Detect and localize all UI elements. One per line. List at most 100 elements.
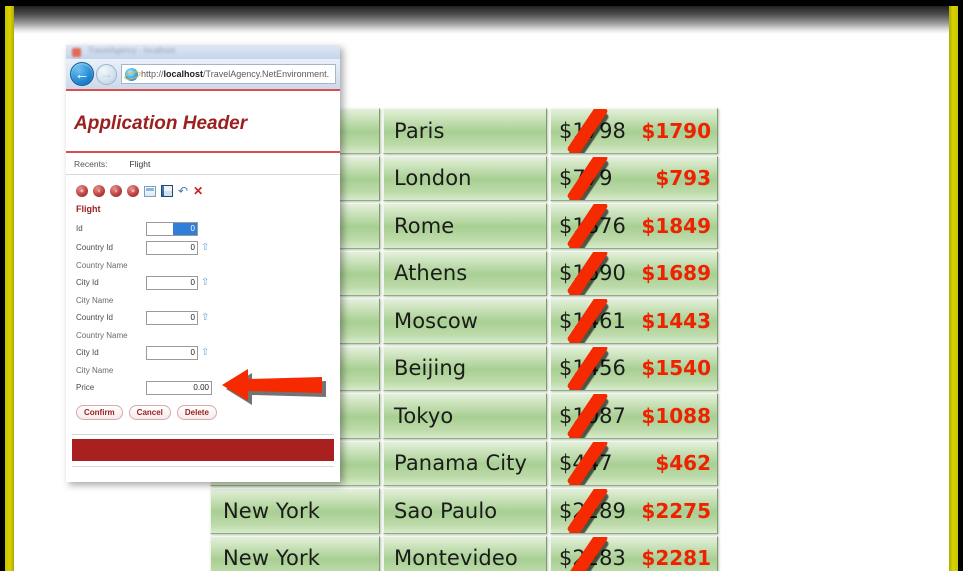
- field-label: City Name: [76, 365, 114, 375]
- browser-navbar: ← → http://localhost/TravelAgency.NetEnv…: [66, 59, 340, 91]
- delete-icon[interactable]: ✕: [193, 185, 203, 197]
- save-icon[interactable]: [161, 185, 173, 197]
- destination-city-label: Sao Paulo: [394, 498, 498, 523]
- delete-button[interactable]: Delete: [176, 405, 217, 420]
- table-row: New York Montevideo $2283 $2281: [210, 535, 718, 571]
- field-row-country-id: Country Id 0 ⇧: [66, 238, 340, 257]
- next-record-icon[interactable]: ›: [110, 185, 122, 197]
- page-body: Application Header Recents: Flight « ‹ ›…: [66, 91, 340, 482]
- field-label: Price: [76, 383, 95, 392]
- cell-price: $1798 $1790: [550, 108, 718, 154]
- browser-title: TravelAgency - localhost: [88, 46, 176, 55]
- undo-icon[interactable]: ↶: [178, 185, 188, 197]
- old-price-label: $779: [559, 156, 612, 201]
- new-price-label: $1540: [641, 356, 711, 381]
- field-row-country-id: Country Id 0 ⇧: [66, 308, 340, 327]
- screenshot-root: Paris $1798 $1790 London $779 $793 Rome $1876 $1…: [0, 0, 963, 571]
- destination-city-label: Montevideo: [394, 546, 518, 571]
- new-price-label: $1849: [641, 213, 711, 238]
- destination-city-label: Paris: [394, 118, 445, 143]
- field-label: Country Name: [76, 330, 128, 340]
- recents-item-flight[interactable]: Flight: [130, 159, 151, 169]
- city-id-input[interactable]: 0: [146, 345, 198, 360]
- new-price-label: $2275: [641, 498, 711, 523]
- recents-bar: Recents: Flight: [66, 153, 340, 175]
- frame-left-olive-bar: [5, 0, 14, 571]
- address-bar[interactable]: http://localhost/TravelAgency.NetEnviron…: [121, 64, 336, 84]
- last-record-icon[interactable]: »: [127, 185, 139, 197]
- cell-origin: New York: [210, 535, 380, 571]
- back-arrow-icon[interactable]: ←: [70, 62, 94, 86]
- forward-arrow-icon[interactable]: →: [96, 63, 117, 85]
- internet-explorer-icon: [125, 67, 138, 81]
- url-path: /TravelAgency.NetEnvironment.: [203, 69, 330, 79]
- spinner-up-icon[interactable]: ⇧: [201, 347, 209, 358]
- new-price-label: $1088: [641, 403, 711, 428]
- old-price-label: $1087: [559, 393, 626, 438]
- destination-city-label: London: [394, 166, 472, 191]
- table-row: New York Sao Paulo $2289 $2275: [210, 488, 718, 534]
- strikethrough-mark: [566, 441, 609, 486]
- readonly-field-country-name: Country Name: [66, 257, 340, 273]
- old-price-label: $1461: [559, 298, 626, 343]
- frame-right-black-edge: [958, 0, 963, 571]
- frame-right-olive-bar: [949, 0, 958, 571]
- spinner-up-icon[interactable]: ⇧: [201, 312, 209, 323]
- strikethrough-mark: [566, 156, 609, 201]
- origin-city-label: New York: [223, 546, 320, 571]
- old-price-label: $2289: [559, 488, 626, 533]
- cell-price: $2289 $2275: [550, 488, 718, 534]
- cell-price: $2283 $2281: [550, 535, 718, 571]
- spinner-up-icon[interactable]: ⇧: [201, 277, 209, 288]
- destination-city-label: Beijing: [394, 356, 467, 381]
- readonly-field-city-name: City Name: [66, 292, 340, 308]
- cancel-button[interactable]: Cancel: [128, 405, 171, 420]
- price-input[interactable]: 0.00: [146, 380, 212, 395]
- address-bar-text: http://localhost/TravelAgency.NetEnviron…: [141, 69, 329, 79]
- url-prefix: http://: [141, 69, 164, 79]
- readonly-field-country-name: Country Name: [66, 327, 340, 343]
- new-price-label: $462: [655, 451, 711, 476]
- id-input[interactable]: 0: [146, 221, 198, 236]
- field-label: City Id: [76, 278, 99, 287]
- strikethrough-mark: [566, 108, 609, 153]
- country-id-input[interactable]: 0: [146, 310, 198, 325]
- strikethrough-mark: [566, 203, 609, 248]
- browser-window[interactable]: TravelAgency - localhost ← → http://loca…: [66, 45, 340, 482]
- cell-destination: Rome: [383, 203, 547, 249]
- destination-city-label: Athens: [394, 261, 468, 286]
- city-id-input[interactable]: 0: [146, 275, 198, 290]
- frame-left-black-edge: [0, 0, 5, 571]
- cell-price: $1690 $1689: [550, 250, 718, 296]
- footer-divider-bottom: [72, 466, 334, 467]
- url-host: localhost: [163, 69, 204, 79]
- strikethrough-mark: [566, 536, 609, 571]
- record-toolbar: « ‹ › » ↶ ✕: [66, 175, 340, 201]
- destination-city-label: Panama City: [394, 451, 528, 476]
- frame-top-black-edge: [0, 0, 963, 6]
- cell-destination: Panama City: [383, 440, 547, 486]
- cell-origin: New York: [210, 488, 380, 534]
- confirm-button[interactable]: Confirm: [76, 405, 123, 420]
- page-title: Application Header: [66, 91, 340, 153]
- cell-price: $1461 $1443: [550, 298, 718, 344]
- form-section-title: Flight: [76, 204, 101, 214]
- country-id-input[interactable]: 0: [146, 240, 198, 255]
- previous-record-icon[interactable]: ‹: [93, 185, 105, 197]
- new-price-label: $1790: [641, 118, 711, 143]
- cell-destination: London: [383, 155, 547, 201]
- destination-city-label: Moscow: [394, 308, 479, 333]
- strikethrough-mark: [566, 251, 609, 296]
- field-label: Country Id: [76, 313, 113, 322]
- field-label: City Id: [76, 348, 99, 357]
- field-label: Id: [76, 224, 83, 233]
- cell-price: $1456 $1540: [550, 345, 718, 391]
- cell-destination: Sao Paulo: [383, 488, 547, 534]
- first-record-icon[interactable]: «: [76, 185, 88, 197]
- field-label: Country Name: [76, 260, 128, 270]
- recents-label: Recents:: [74, 158, 108, 169]
- new-record-icon[interactable]: [144, 185, 156, 197]
- spinner-up-icon[interactable]: ⇧: [201, 242, 209, 253]
- strikethrough-mark: [566, 488, 609, 533]
- cell-destination: Moscow: [383, 298, 547, 344]
